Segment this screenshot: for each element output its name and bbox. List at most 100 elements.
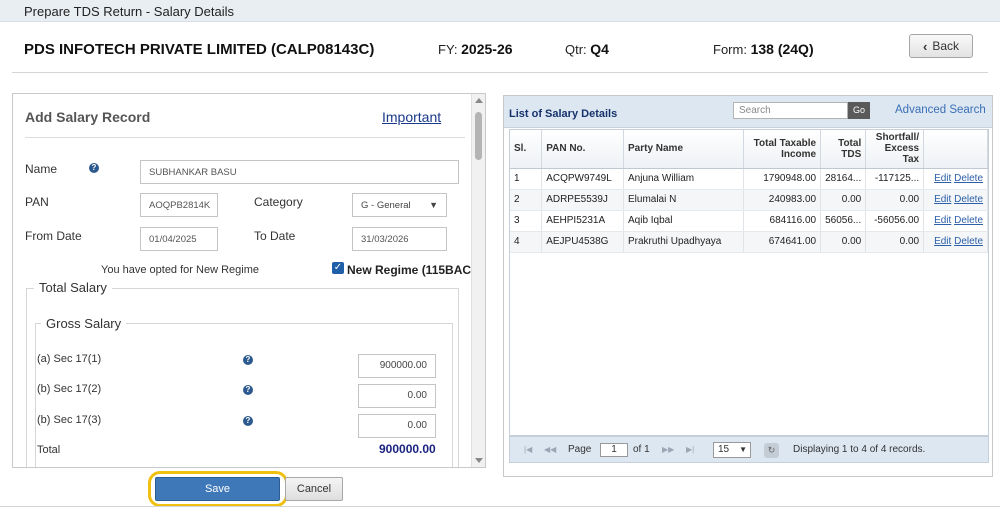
prev-page-icon[interactable]: ◀◀ (544, 445, 556, 454)
save-button[interactable]: Save (155, 477, 280, 501)
total-label: Total (37, 444, 61, 456)
quarter-value: Q4 (590, 41, 609, 57)
edit-link[interactable]: Edit (934, 173, 951, 184)
next-page-icon[interactable]: ▶▶ (662, 445, 674, 454)
help-icon[interactable]: ? (243, 385, 253, 395)
chevron-down-icon: ▼ (739, 445, 747, 454)
help-icon[interactable]: ? (243, 416, 253, 426)
section-divider (25, 137, 465, 138)
chevron-down-icon: ▼ (429, 200, 438, 210)
scroll-down-icon[interactable] (475, 458, 483, 463)
cell-pan: ACQPW9749L (541, 168, 624, 190)
column-header[interactable]: Party Name (623, 130, 744, 169)
fy-info: FY: 2025-26 (438, 41, 513, 57)
table-row[interactable]: 2 ADRPE5539J Elumalai N 240983.00 0.00 0… (510, 189, 988, 211)
total-value: 900000.00 (379, 442, 436, 456)
delete-link[interactable]: Delete (954, 173, 983, 184)
pan-label: PAN (25, 195, 49, 209)
page-size-select[interactable]: 15 ▼ (713, 442, 751, 458)
page-number-input[interactable]: 1 (600, 443, 628, 457)
column-header[interactable]: Sl. (510, 130, 543, 169)
advanced-search-link[interactable]: Advanced Search (895, 104, 986, 116)
cell-shortfall: 0.00 (865, 189, 925, 211)
to-date-label: To Date (254, 229, 296, 243)
page-of-label: of 1 (633, 444, 650, 455)
salary-table: Sl. PAN No. Party Name Total Taxable Inc… (510, 130, 988, 253)
column-header[interactable]: Total TDS (820, 130, 867, 169)
cell-sl: 4 (510, 231, 543, 253)
to-date-field[interactable]: 31/03/2026 (352, 227, 447, 251)
cell-income: 1790948.00 (743, 168, 822, 190)
last-page-icon[interactable]: ▶| (686, 445, 694, 454)
cell-tds: 0.00 (820, 189, 867, 211)
cell-party: Elumalai N (623, 189, 744, 211)
name-field[interactable]: SUBHANKAR BASU (140, 160, 459, 184)
table-row[interactable]: 1 ACQPW9749L Anjuna William 1790948.00 2… (510, 168, 988, 190)
go-button[interactable]: Go (848, 102, 870, 119)
cell-party: Prakruthi Upadhyaya (623, 231, 744, 253)
cell-tds: 56056... (820, 210, 867, 232)
table-row[interactable]: 3 AEHPI5231A Aqib Iqbal 684116.00 56056.… (510, 210, 988, 232)
from-date-field[interactable]: 01/04/2025 (140, 227, 218, 251)
category-select[interactable]: G - General ▼ (352, 193, 447, 217)
cell-tds: 28164... (820, 168, 867, 190)
refresh-icon[interactable]: ↻ (764, 443, 779, 458)
help-icon[interactable]: ? (243, 355, 253, 365)
sec17-2-label: (b) Sec 17(2) (37, 383, 102, 395)
window-title: Prepare TDS Return - Salary Details (24, 4, 235, 19)
cell-sl: 1 (510, 168, 543, 190)
table-row[interactable]: 4 AEJPU4538G Prakruthi Upadhyaya 674641.… (510, 231, 988, 253)
important-link[interactable]: Important (382, 109, 441, 125)
company-name: PDS INFOTECH PRIVATE LIMITED (CALP08143C… (24, 41, 375, 58)
name-label: Name (25, 162, 58, 176)
pagination-bar: |◀ ◀◀ Page 1 of 1 ▶▶ ▶| 15 ▼ ↻ Displayin… (509, 436, 989, 463)
cell-party: Aqib Iqbal (623, 210, 744, 232)
column-header[interactable]: Total Taxable Income (743, 130, 822, 169)
edit-link[interactable]: Edit (934, 194, 951, 205)
help-icon[interactable]: ? (89, 163, 99, 173)
edit-link[interactable]: Edit (934, 236, 951, 247)
column-header-actions (923, 130, 988, 169)
form-info: Form: 138 (24Q) (713, 41, 814, 57)
delete-link[interactable]: Delete (954, 194, 983, 205)
cell-pan: ADRPE5539J (541, 189, 624, 211)
edit-link[interactable]: Edit (934, 215, 951, 226)
back-button[interactable]: ‹ Back (909, 34, 973, 58)
total-salary-legend: Total Salary (34, 280, 112, 295)
add-salary-panel: Add Salary Record Important Name ? SUBHA… (12, 93, 486, 468)
delete-link[interactable]: Delete (954, 215, 983, 226)
search-input[interactable]: Search (733, 102, 848, 119)
cancel-button[interactable]: Cancel (285, 477, 343, 501)
list-header: List of Salary Details Search Go Advance… (504, 96, 992, 128)
chevron-left-icon: ‹ (922, 38, 928, 54)
new-regime-label: New Regime (115BAC) (347, 263, 476, 277)
sec17-1-label: (a) Sec 17(1) (37, 353, 102, 365)
panel-scrollbar[interactable] (471, 94, 485, 467)
first-page-icon[interactable]: |◀ (524, 445, 532, 454)
salary-list-panel: List of Salary Details Search Go Advance… (503, 95, 993, 477)
header-divider (12, 72, 988, 73)
pan-field[interactable]: AOQPB2814K (140, 193, 218, 217)
sec17-3-input[interactable]: 0.00 (358, 414, 436, 438)
scroll-up-icon[interactable] (475, 98, 483, 103)
new-regime-checkbox[interactable]: ✓ (332, 262, 344, 274)
quarter-info: Qtr: Q4 (565, 41, 609, 57)
section-title: Add Salary Record (25, 109, 151, 125)
sec17-1-input[interactable]: 900000.00 (358, 354, 436, 378)
sec17-3-label: (b) Sec 17(3) (37, 414, 102, 426)
delete-link[interactable]: Delete (954, 236, 983, 247)
column-header[interactable]: PAN No. (541, 130, 624, 169)
fy-value: 2025-26 (461, 41, 513, 57)
cell-sl: 2 (510, 189, 543, 211)
scroll-thumb[interactable] (475, 112, 482, 160)
cell-income: 674641.00 (743, 231, 822, 253)
cell-tds: 0.00 (820, 231, 867, 253)
cell-party: Anjuna William (623, 168, 744, 190)
gross-salary-legend: Gross Salary (41, 316, 127, 331)
window-titlebar: Prepare TDS Return - Salary Details (0, 0, 1000, 22)
cell-income: 684116.00 (743, 210, 822, 232)
column-header[interactable]: Shortfall/ Excess Tax (865, 130, 925, 169)
records-display-text: Displaying 1 to 4 of 4 records. (793, 444, 926, 455)
sec17-2-input[interactable]: 0.00 (358, 384, 436, 408)
cell-income: 240983.00 (743, 189, 822, 211)
